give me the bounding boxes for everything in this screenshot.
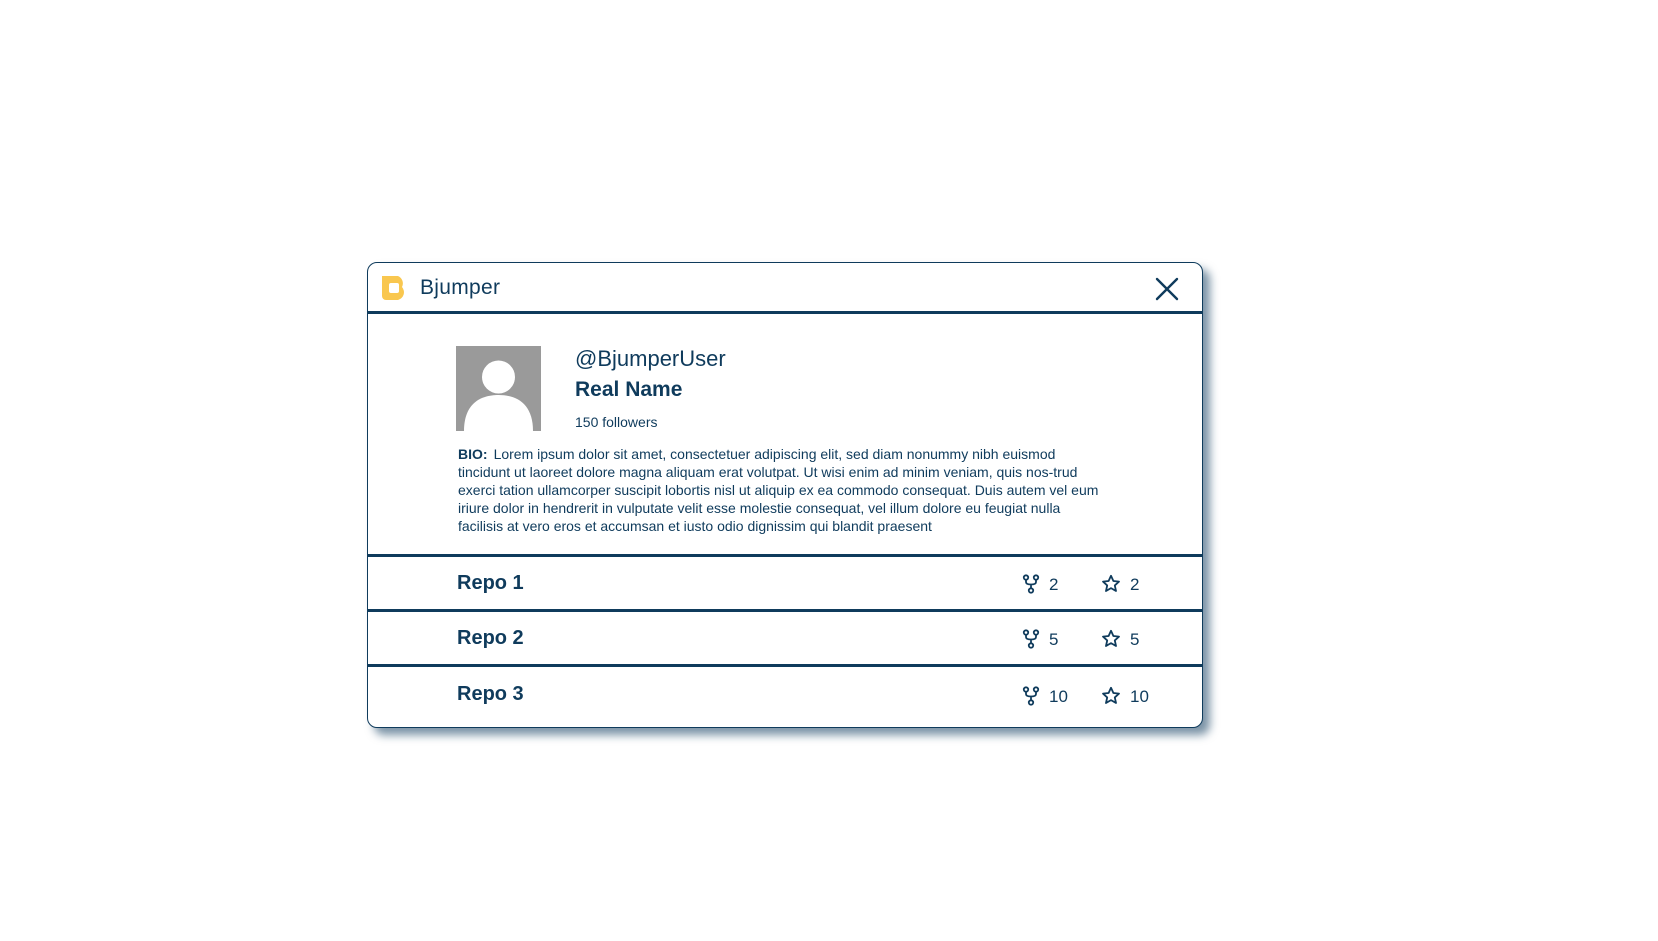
fork-icon: [1022, 686, 1040, 706]
star-icon[interactable]: [1101, 629, 1121, 649]
default-avatar-icon: [464, 360, 533, 431]
brand-name: Bjumper: [420, 276, 501, 299]
fork-count: 10: [1049, 687, 1068, 706]
repo-name[interactable]: Repo 2: [457, 627, 524, 650]
repo-row[interactable]: Repo 1 2 2: [368, 557, 1202, 612]
user-handle: @BjumperUser: [575, 346, 726, 371]
repo-row[interactable]: Repo 3 10 10: [368, 667, 1202, 727]
close-icon[interactable]: [1154, 276, 1180, 302]
repo-name[interactable]: Repo 3: [457, 683, 524, 706]
avatar: [456, 346, 541, 431]
star-count: 5: [1130, 630, 1140, 649]
profile-section: @BjumperUser Real Name 150 followers BIO…: [368, 314, 1202, 557]
star-icon[interactable]: [1101, 574, 1121, 594]
profile-card: Bjumper @BjumperUser Real Name 150 follo…: [367, 262, 1203, 728]
star-count: 2: [1130, 575, 1140, 594]
fork-icon: [1022, 574, 1040, 594]
fork-count: 2: [1049, 575, 1059, 594]
repo-row[interactable]: Repo 2 5 5: [368, 612, 1202, 667]
bio-text: Lorem ipsum dolor sit amet, consectetuer…: [458, 446, 1099, 534]
fork-icon: [1022, 629, 1040, 649]
bio-label: BIO:: [458, 446, 488, 462]
repo-name[interactable]: Repo 1: [457, 572, 524, 595]
followers-count: 150 followers: [575, 414, 658, 430]
bjumper-logo-icon: [382, 276, 404, 300]
fork-count: 5: [1049, 630, 1059, 649]
title-bar: Bjumper: [368, 263, 1202, 314]
bio: BIO: Lorem ipsum dolor sit amet, consecte…: [458, 445, 1103, 535]
star-icon[interactable]: [1101, 686, 1121, 706]
star-count: 10: [1130, 687, 1149, 706]
real-name: Real Name: [575, 378, 683, 401]
